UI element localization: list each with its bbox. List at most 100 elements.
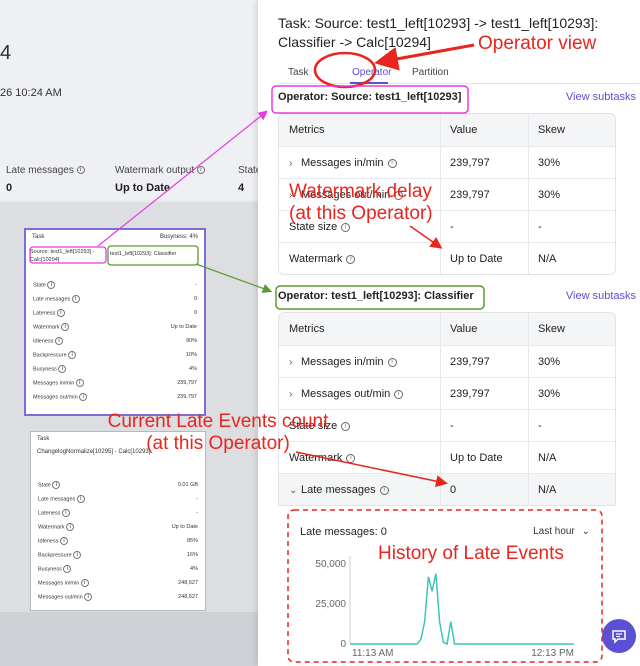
metric-value: 239,797 — [450, 356, 490, 368]
info-icon: i — [79, 393, 88, 401]
node-classifier-operator[interactable]: test1_left[10293]: Classifier — [110, 251, 176, 257]
column-divider — [528, 114, 529, 146]
chevron-right-icon[interactable]: › — [289, 389, 301, 400]
column-divider — [528, 211, 529, 242]
metric-value: Up to Date — [450, 452, 503, 464]
metric-value: - — [450, 221, 454, 233]
info-icon[interactable]: i — [394, 389, 404, 399]
view-subtasks-link[interactable]: View subtasks — [566, 91, 636, 103]
job-graph[interactable]: Task Busyness: 4% Source: test1_left[102… — [0, 202, 270, 612]
chat-button[interactable] — [602, 619, 636, 653]
info-icon: i — [76, 495, 85, 503]
info-icon: i — [73, 551, 82, 559]
node-metric-key: Messages in/min i — [33, 379, 84, 387]
operator-1-header: Operator: Source: test1_left[10293] View… — [278, 88, 638, 108]
node-metric-key: Busyness i — [38, 565, 72, 573]
metric-label: Messages in/min — [301, 157, 384, 169]
node-metric-key: Lateness i — [38, 509, 70, 517]
annotation-late-line1: Current Late Events count — [107, 411, 329, 432]
graph-node-task-2[interactable]: Task ChangelogNormalize[10295] - Calc[10… — [30, 431, 206, 611]
node-metric-key: Idleness i — [38, 537, 69, 545]
metric-skew: N/A — [538, 452, 557, 464]
info-icon[interactable]: i — [379, 485, 389, 495]
node-metric-label: Messages in/min — [33, 380, 75, 387]
node-metric-key: Late messages i — [38, 495, 85, 503]
info-icon[interactable]: i — [341, 421, 351, 431]
info-icon[interactable]: i — [387, 158, 397, 168]
column-header: Value — [450, 323, 478, 335]
chevron-down-icon[interactable]: ⌄ — [289, 485, 301, 496]
node-metric-value: 90% — [185, 338, 197, 344]
info-icon: i — [47, 281, 56, 289]
node-metric-value: 85% — [186, 538, 198, 544]
node-metric-value: 4% — [190, 566, 198, 572]
node-metric-label: Backpressure — [38, 552, 72, 559]
metric-value: - — [450, 420, 454, 432]
metric-skew: - — [538, 420, 542, 432]
metric-cell: › Messages in/min i — [289, 356, 397, 368]
table-row[interactable]: › Messages out/min i 239,797 30% — [279, 377, 615, 409]
view-subtasks-link[interactable]: View subtasks — [566, 290, 636, 302]
node-metric-row: Backpressure i 10% — [26, 348, 204, 362]
table-header: Metrics Value Skew — [279, 313, 615, 345]
info-icon[interactable]: i — [346, 254, 356, 264]
node-metric-value: 239,797 — [177, 380, 197, 386]
column-divider — [440, 346, 441, 377]
table-row[interactable]: › Messages in/min i 239,797 30% — [279, 146, 615, 178]
column-divider — [528, 179, 529, 210]
background-count: 4 — [0, 42, 12, 64]
node-metric-label: Busyness — [38, 566, 62, 573]
table-row[interactable]: ⌄ Late messages i 0 N/A — [279, 473, 615, 505]
node-metric-row: Messages in/min i 248,627 — [31, 576, 205, 590]
column-divider — [440, 179, 441, 210]
node-metric-key: Messages out/min i — [33, 393, 88, 401]
column-header: Skew — [538, 124, 565, 136]
metric-label: Messages in/min — [301, 356, 384, 368]
node-metric-label: Backpressure — [33, 352, 67, 359]
chevron-right-icon[interactable]: › — [289, 357, 301, 368]
bg-metric-late-label: Late messages — [6, 165, 74, 176]
node-metric-key: Lateness i — [33, 309, 65, 317]
late-messages-chart-label: Late messages: 0 — [300, 526, 387, 538]
node-metric-value: Up to Date — [171, 524, 198, 530]
node-metric-label: Idleness — [38, 538, 59, 545]
tab-operator[interactable]: Operator — [352, 67, 391, 78]
node-metric-key: Watermark i — [38, 523, 75, 531]
node-metric-key: Messages out/min i — [38, 593, 93, 601]
node-metric-label: Late messages — [33, 296, 71, 303]
node-metric-value: 0.01 GB — [177, 482, 198, 488]
node-metric-row: State i - — [26, 278, 204, 292]
operator-2-header: Operator: test1_left[10293]: Classifier … — [278, 287, 638, 307]
late-messages-series-line — [350, 573, 574, 646]
chevron-right-icon[interactable]: › — [289, 158, 301, 169]
info-icon: i — [76, 166, 85, 175]
node-metric-label: Messages out/min — [33, 394, 78, 401]
tab-partition[interactable]: Partition — [412, 67, 449, 78]
graph-node-task-1[interactable]: Task Busyness: 4% Source: test1_left[102… — [24, 228, 206, 416]
y-tick-label: 50,000 — [315, 559, 346, 570]
node-metric-label: Lateness — [33, 310, 56, 317]
time-range-select[interactable]: Last hour ⌄ — [533, 526, 590, 537]
info-icon[interactable]: i — [387, 357, 397, 367]
node-metric-row: Late messages i - — [31, 492, 205, 506]
annotation-late-count: Current Late Events count (at this Opera… — [100, 411, 336, 455]
node-metric-key: Backpressure i — [33, 351, 77, 359]
y-tick-label: 25,000 — [315, 599, 346, 610]
node-metric-row: Backpressure i 16% — [31, 548, 205, 562]
node-metric-key: State i — [33, 281, 56, 289]
node-metric-row: Watermark i Up to Date — [31, 520, 205, 534]
column-header: Skew — [538, 323, 565, 335]
node-metric-label: Lateness — [38, 510, 61, 517]
metric-value: 239,797 — [450, 157, 490, 169]
node-source-operator[interactable]: Source: test1_left[10293] - Calc[10294] — [30, 248, 106, 264]
metric-label: Watermark — [289, 253, 343, 265]
x-tick-label: 12:13 PM — [531, 648, 574, 659]
node-metric-value: - — [196, 496, 198, 502]
node-metric-row: State i 0.01 GB — [31, 478, 205, 492]
late-messages-chart-panel: Late messages: 0 Last hour ⌄ 0 25,000 50,0… — [278, 508, 602, 659]
info-icon[interactable]: i — [346, 453, 356, 463]
node-metric-value: - — [196, 510, 198, 516]
table-row[interactable]: › Messages in/min i 239,797 30% — [279, 345, 615, 377]
node-metric-row: Messages in/min i 239,797 — [26, 376, 204, 390]
tab-task[interactable]: Task — [288, 67, 309, 78]
